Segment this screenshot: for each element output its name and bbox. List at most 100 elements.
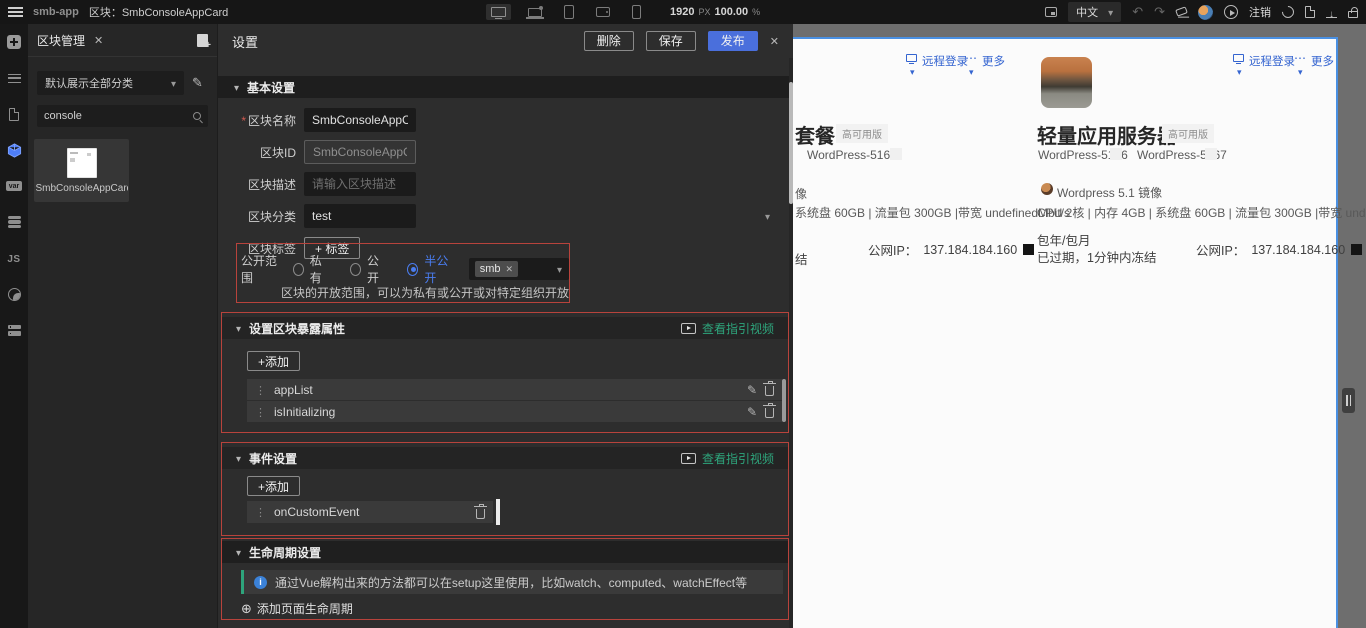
trash-icon[interactable] <box>474 503 487 519</box>
chevron-down-icon[interactable] <box>765 209 770 223</box>
tablet-portrait-icon <box>564 5 574 19</box>
events-scrollbar[interactable] <box>496 499 500 525</box>
rail-datasource-button[interactable] <box>6 214 22 230</box>
left-card-remote-login[interactable]: 远程登录 <box>906 53 968 69</box>
block-id-input <box>304 140 416 164</box>
edit-icon[interactable] <box>747 383 757 397</box>
chevron-down-icon[interactable] <box>910 67 915 78</box>
lock-icon[interactable] <box>1348 7 1358 18</box>
remove-tag-icon[interactable] <box>505 263 513 275</box>
trash-icon[interactable] <box>763 381 776 396</box>
rail-js-button[interactable] <box>6 250 22 266</box>
publish-button[interactable]: 发布 <box>707 31 758 51</box>
scope-radio-public[interactable]: 公开 <box>349 252 387 286</box>
block-desc-input[interactable] <box>304 172 416 196</box>
event-row-oncustomevent[interactable]: onCustomEvent <box>247 501 493 523</box>
outline-icon <box>7 73 21 83</box>
delete-button[interactable]: 删除 <box>583 31 634 51</box>
device-phone-button[interactable] <box>627 2 646 22</box>
left-icon-rail <box>0 24 28 628</box>
chevron-down-icon[interactable] <box>969 67 974 78</box>
props-guide-link[interactable]: 查看指引视频 <box>680 320 774 337</box>
device-tablet-landscape-button[interactable] <box>591 4 615 20</box>
logout-button[interactable]: 注销 <box>1249 4 1271 20</box>
copy-icon[interactable] <box>1023 244 1035 255</box>
drag-handle-icon[interactable] <box>255 505 266 519</box>
refresh-icon[interactable] <box>1279 3 1297 21</box>
clear-canvas-icon[interactable] <box>1175 5 1188 17</box>
save-file-icon[interactable] <box>1305 6 1315 18</box>
rail-add-button[interactable] <box>6 34 22 50</box>
redo-icon[interactable] <box>1154 4 1165 20</box>
undo-icon[interactable] <box>1132 4 1143 20</box>
rail-outline-button[interactable] <box>6 70 22 86</box>
trash-icon[interactable] <box>763 403 776 418</box>
chevron-down-icon[interactable] <box>1237 67 1242 78</box>
drag-handle-icon[interactable] <box>255 383 266 397</box>
prop-row-applist[interactable]: appList <box>247 379 782 400</box>
chevron-down-icon[interactable] <box>1298 67 1303 78</box>
add-event-button[interactable]: +添加 <box>247 476 301 496</box>
block-management-panel: 区块管理 默认展示全部分类 SmbConsoleAppCard <box>28 24 218 628</box>
main-menu-icon[interactable] <box>8 7 23 17</box>
settings-scrollbar-thumb[interactable] <box>789 82 793 204</box>
save-button[interactable]: 保存 <box>645 31 696 51</box>
prop-name: isInitializing <box>274 404 336 419</box>
preview-play-icon[interactable] <box>1224 5 1238 19</box>
block-category-select[interactable] <box>304 204 416 228</box>
device-desktop-button[interactable] <box>486 4 511 20</box>
lowcode-editor: smb-app 区块：SmbConsoleAppCard 1920 PX 100… <box>0 0 1366 628</box>
download-icon[interactable] <box>1326 6 1337 18</box>
scope-radio-semipublic[interactable]: 半公开 <box>407 252 455 286</box>
canvas-resize-handle[interactable] <box>1342 388 1355 413</box>
scope-radio-private[interactable]: 私有 <box>292 252 330 286</box>
remote-login-label: 远程登录 <box>922 56 968 68</box>
edit-icon[interactable] <box>747 405 757 419</box>
capture-icon[interactable] <box>1045 7 1058 17</box>
rail-services-button[interactable] <box>6 322 22 338</box>
right-card-remote-login[interactable]: 远程登录 <box>1233 53 1295 69</box>
device-tablet-portrait-button[interactable] <box>559 2 579 22</box>
device-laptop-button[interactable] <box>523 5 547 20</box>
scope-org-select[interactable]: smb <box>468 258 570 280</box>
rail-pages-button[interactable] <box>6 106 22 122</box>
rail-globe-button[interactable] <box>6 286 22 302</box>
basic-settings-header[interactable]: 基本设置 <box>218 76 793 98</box>
language-select[interactable]: 中文 <box>1068 2 1122 22</box>
close-settings-icon[interactable] <box>770 34 779 48</box>
radio-icon <box>349 262 362 276</box>
tablet-landscape-icon <box>596 7 610 17</box>
prop-row-isinitializing[interactable]: isInitializing <box>247 401 782 422</box>
new-block-icon[interactable] <box>197 33 211 51</box>
add-lifecycle-link[interactable]: 添加页面生命周期 <box>241 600 353 617</box>
add-lifecycle-label: 添加页面生命周期 <box>256 602 353 616</box>
add-prop-button[interactable]: +添加 <box>247 351 301 371</box>
events-guide-link[interactable]: 查看指引视频 <box>680 450 774 467</box>
props-section-header[interactable]: 设置区块暴露属性 查看指引视频 <box>222 317 788 339</box>
settings-scrollbar-track[interactable] <box>789 58 793 628</box>
canvas-zoom-value[interactable]: 100.00 <box>715 6 749 18</box>
left-card-tab[interactable]: WordPress-5167 <box>807 148 897 162</box>
scope-annotation-box: 公开范围 私有 公开 半公开 smb ✕ ▾ 区块的开放范围，可以为私有或公开或… <box>236 243 570 303</box>
block-category-label: 区块分类 <box>247 209 296 224</box>
events-section-header[interactable]: 事件设置 查看指引视频 <box>222 447 788 469</box>
avatar[interactable] <box>1198 4 1213 20</box>
block-name-input[interactable] <box>304 108 416 132</box>
rail-blocks-button[interactable] <box>6 142 22 158</box>
block-card[interactable]: SmbConsoleAppCard <box>34 139 129 202</box>
radio-label: 半公开 <box>424 254 449 285</box>
copy-icon[interactable] <box>1351 244 1363 255</box>
chevron-down-icon <box>171 76 176 90</box>
edit-categories-icon[interactable] <box>192 75 203 91</box>
globe-icon <box>7 287 21 301</box>
props-scrollbar[interactable] <box>782 379 786 422</box>
close-panel-icon[interactable] <box>94 33 103 47</box>
category-filter-select[interactable]: 默认展示全部分类 <box>37 71 184 95</box>
canvas-width-value[interactable]: 1920 <box>670 6 694 18</box>
drag-handle-icon[interactable] <box>255 405 266 419</box>
rail-variables-button[interactable] <box>6 178 22 194</box>
block-search-input[interactable] <box>44 110 193 122</box>
collapse-icon <box>236 545 241 559</box>
preview-canvas[interactable]: 远程登录 更多 套餐 高可用版 WordPress-5167 像 系统盘 60G… <box>793 37 1366 628</box>
lifecycle-section-header[interactable]: 生命周期设置 <box>222 541 788 563</box>
